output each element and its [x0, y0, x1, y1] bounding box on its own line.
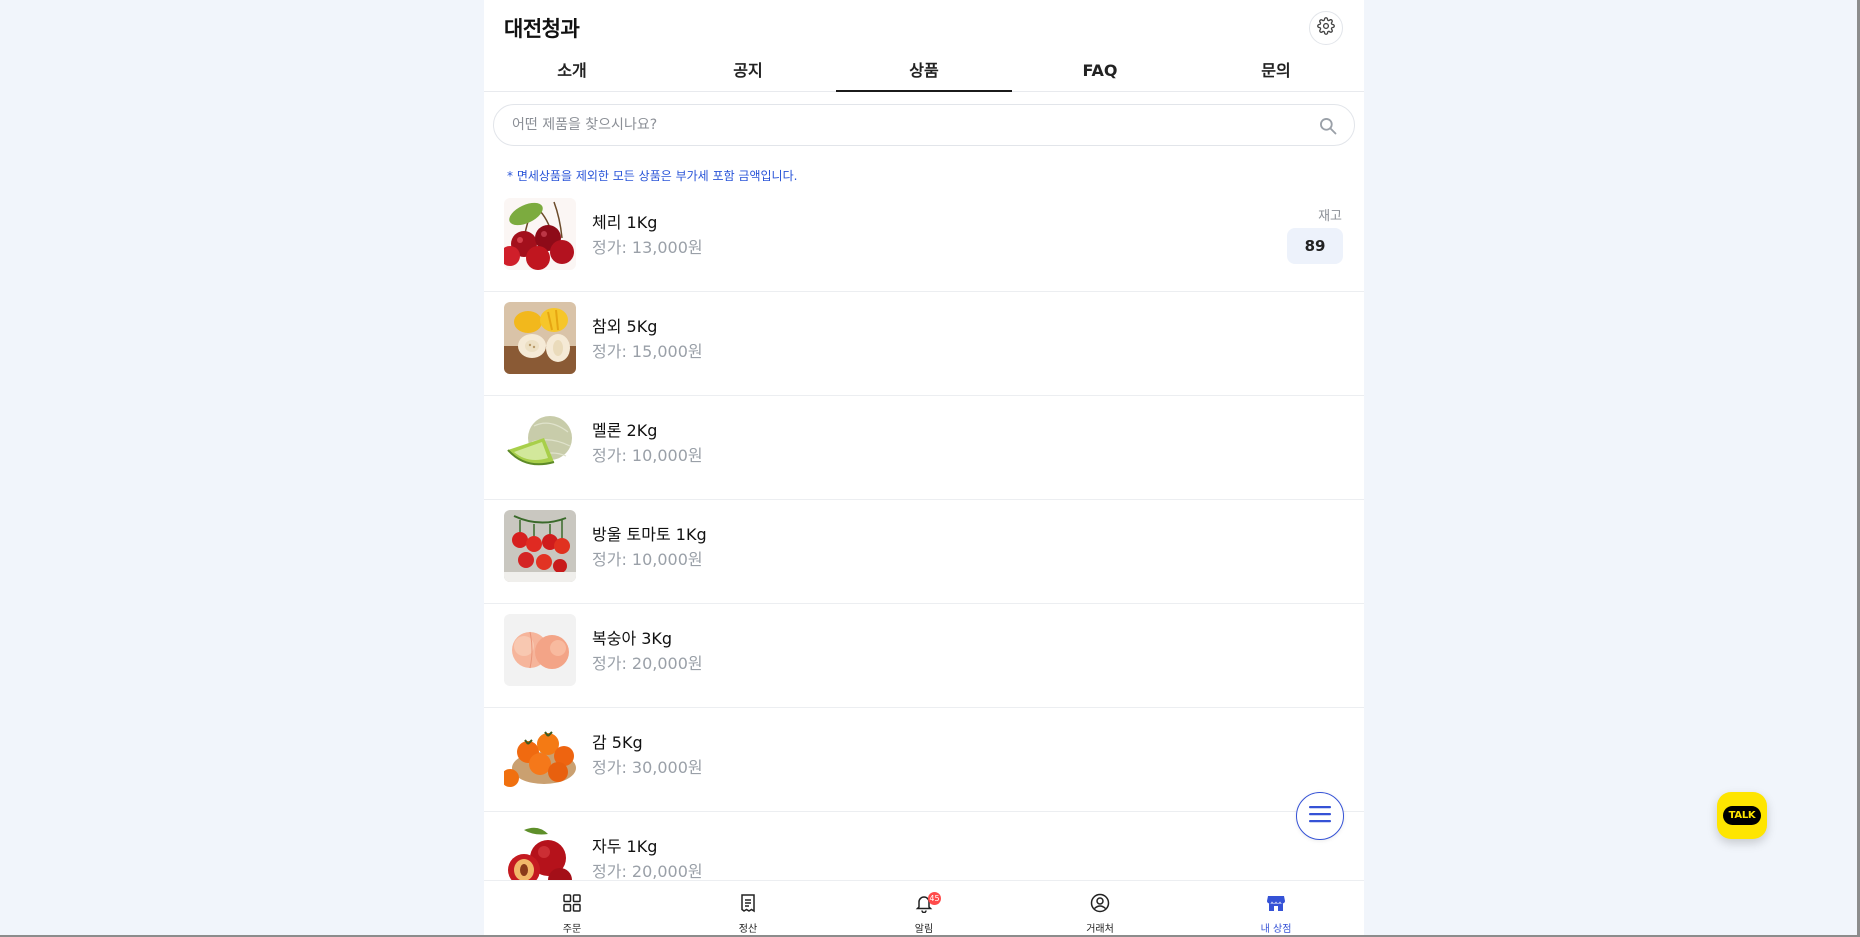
- product-item[interactable]: 멜론 2Kg 정가: 10,000원: [484, 396, 1364, 500]
- talk-bubble-icon: TALK: [1722, 806, 1762, 825]
- header: 대전청과: [484, 0, 1364, 58]
- product-thumbnail: [504, 510, 576, 582]
- gear-icon: [1317, 17, 1335, 39]
- product-name: 자두 1Kg: [592, 837, 658, 856]
- tab-bar: 소개 공지 상품 FAQ 문의: [484, 58, 1364, 92]
- product-price: 정가: 10,000원: [592, 446, 703, 465]
- notification-count-badge: 45: [928, 892, 941, 905]
- product-price: 정가: 13,000원: [592, 238, 703, 257]
- product-price: 정가: 10,000원: [592, 550, 703, 569]
- product-price: 정가: 20,000원: [592, 654, 703, 673]
- tab-inquiry[interactable]: 문의: [1188, 58, 1364, 91]
- product-thumbnail: [504, 302, 576, 374]
- product-name: 참외 5Kg: [592, 317, 658, 336]
- store-title: 대전청과: [504, 17, 580, 41]
- product-name: 체리 1Kg: [592, 213, 658, 232]
- nav-my-store[interactable]: 내 상점: [1188, 881, 1364, 937]
- product-thumbnail: [504, 614, 576, 686]
- product-item[interactable]: 참외 5Kg 정가: 15,000원: [484, 292, 1364, 396]
- tab-faq[interactable]: FAQ: [1012, 58, 1188, 91]
- nav-label: 정산: [738, 924, 758, 935]
- hamburger-icon: [1309, 805, 1331, 827]
- nav-settlement[interactable]: 정산: [660, 881, 836, 937]
- settings-button[interactable]: [1309, 11, 1343, 45]
- kakao-talk-button[interactable]: TALK: [1717, 792, 1767, 839]
- nav-clients[interactable]: 거래처: [1012, 881, 1188, 937]
- product-thumbnail: [504, 198, 576, 270]
- product-price: 정가: 15,000원: [592, 342, 703, 361]
- stock-label: 재고: [1318, 209, 1342, 224]
- product-item[interactable]: 복숭아 3Kg 정가: 20,000원: [484, 604, 1364, 708]
- tab-intro[interactable]: 소개: [484, 58, 660, 91]
- nav-label: 알림: [914, 924, 934, 935]
- product-name: 멜론 2Kg: [592, 421, 658, 440]
- nav-label: 주문: [562, 924, 582, 935]
- product-item[interactable]: 감 5Kg 정가: 30,000원: [484, 708, 1364, 812]
- stock-count-badge: 89: [1287, 228, 1343, 264]
- product-thumbnail: [504, 406, 576, 478]
- receipt-icon: [738, 893, 758, 917]
- search-icon[interactable]: [1318, 116, 1338, 140]
- nav-label: 내 상점: [1260, 924, 1292, 935]
- store-icon: [1266, 893, 1286, 917]
- product-name: 방울 토마토 1Kg: [592, 525, 707, 544]
- nav-orders[interactable]: 주문: [484, 881, 660, 937]
- store-app: 대전청과 소개 공지 상품 FAQ 문의 * 면세상품을 제외한 모든 상품은 …: [484, 0, 1364, 937]
- tab-notice[interactable]: 공지: [660, 58, 836, 91]
- search-bar: [493, 104, 1355, 146]
- product-price: 정가: 30,000원: [592, 758, 703, 777]
- grid-icon: [562, 893, 582, 917]
- search-input[interactable]: [510, 116, 1294, 134]
- nav-notifications[interactable]: 45 알림: [836, 881, 1012, 937]
- product-thumbnail: [504, 718, 576, 790]
- product-price: 정가: 20,000원: [592, 862, 703, 881]
- vat-notice: * 면세상품을 제외한 모든 상품은 부가세 포함 금액입니다.: [507, 169, 798, 183]
- bottom-navigation: 주문 정산 45 알림 거래처 내 상점: [484, 880, 1364, 937]
- nav-label: 거래처: [1086, 924, 1114, 935]
- menu-fab-button[interactable]: [1296, 792, 1344, 840]
- product-item[interactable]: 방울 토마토 1Kg 정가: 10,000원: [484, 500, 1364, 604]
- product-name: 감 5Kg: [592, 733, 643, 752]
- user-circle-icon: [1090, 893, 1110, 917]
- tab-products[interactable]: 상품: [836, 58, 1012, 92]
- product-name: 복숭아 3Kg: [592, 629, 673, 648]
- product-list: 체리 1Kg 정가: 13,000원 재고 89 참외 5Kg 정가: 15,0…: [484, 188, 1364, 916]
- product-item[interactable]: 체리 1Kg 정가: 13,000원 재고 89: [484, 188, 1364, 292]
